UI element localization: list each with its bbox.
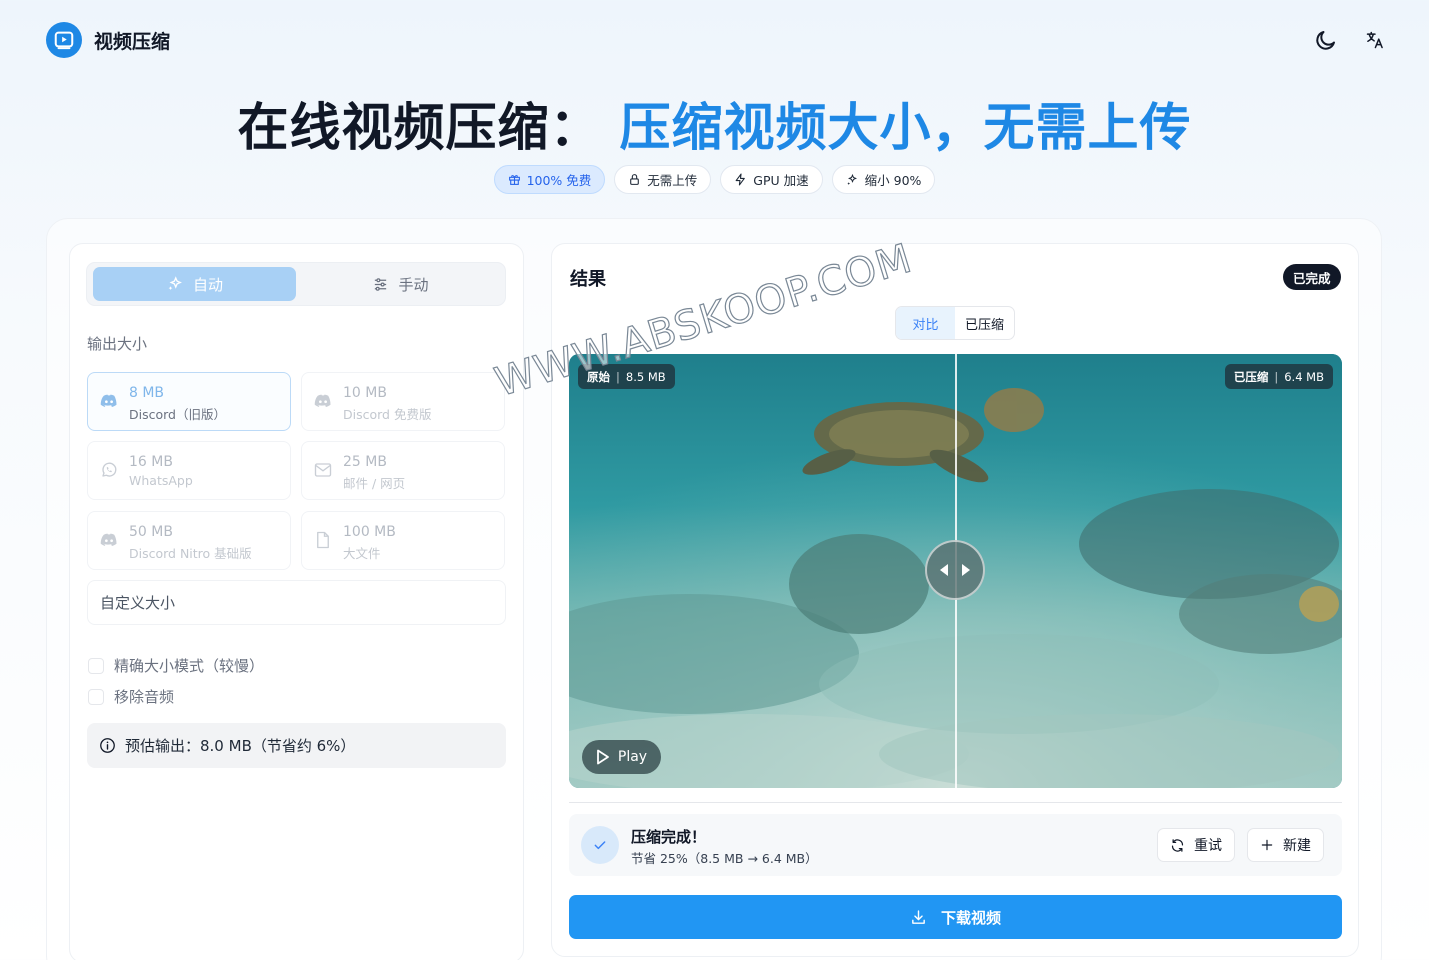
custom-size-input[interactable]: 自定义大小 <box>87 580 506 625</box>
checkbox-label: 精确大小模式（较慢） <box>114 657 265 675</box>
toggle-compressed[interactable]: 已压缩 <box>955 307 1014 339</box>
option-size: 25 MB <box>343 454 387 470</box>
option-desc: 大文件 <box>343 546 381 561</box>
size-option-8mb[interactable]: 8 MB Discord（旧版） <box>87 372 291 431</box>
checkbox-label: 移除音频 <box>114 688 175 706</box>
tab-manual[interactable]: 手动 <box>299 267 502 301</box>
video-player-icon <box>54 31 74 50</box>
whatsapp-icon <box>102 462 117 477</box>
compressed-label-text: 已压缩 <box>1233 369 1269 384</box>
discord-icon <box>100 533 117 546</box>
size-option-50mb[interactable]: 50 MB Discord Nitro 基础版 <box>87 511 291 570</box>
size-option-100mb[interactable]: 100 MB 大文件 <box>301 511 505 570</box>
original-size: 8.5 MB <box>625 369 666 384</box>
retry-button[interactable]: 重试 <box>1157 828 1235 862</box>
output-size-label: 输出大小 <box>87 335 148 353</box>
download-button[interactable]: 下载视频 <box>569 895 1342 939</box>
sparkle-icon <box>168 276 182 290</box>
option-desc: 邮件 / 网页 <box>343 476 406 491</box>
check-icon <box>594 841 606 850</box>
toggle-compare[interactable]: 对比 <box>896 307 955 339</box>
language-button[interactable] <box>1362 27 1388 53</box>
tab-label: 手动 <box>398 275 429 294</box>
option-desc: Discord 免费版 <box>343 407 432 422</box>
option-desc: Discord（旧版） <box>129 407 226 422</box>
translate-icon <box>1366 31 1383 49</box>
mode-tabs: 自动 手动 <box>86 262 506 306</box>
play-label: Play <box>617 749 648 765</box>
pill-free: 100% 免费 <box>493 165 606 194</box>
compressed-size: 6.4 MB <box>1284 369 1324 384</box>
checkbox-box[interactable] <box>88 657 104 674</box>
hero-title: 在线视频压缩： 压缩视频大小，无需上传 <box>0 86 1429 160</box>
section-divider <box>569 802 1342 803</box>
precise-mode-checkbox[interactable]: 精确大小模式（较慢） <box>88 655 264 676</box>
option-desc: WhatsApp <box>129 473 193 488</box>
new-button[interactable]: 新建 <box>1247 828 1324 862</box>
feature-pills: 100% 免费 无需上传 GPU 加速 缩小 90% <box>0 165 1429 194</box>
pill-label: 无需上传 <box>647 173 698 188</box>
tab-label: 自动 <box>192 275 223 294</box>
hero-title-main: 在线视频压缩： <box>237 99 602 158</box>
option-size: 10 MB <box>343 385 387 401</box>
option-size: 100 MB <box>343 524 396 540</box>
result-title: 结果 <box>570 269 606 290</box>
refresh-icon <box>1171 838 1184 852</box>
app-title[interactable]: 视频压缩 <box>94 27 170 54</box>
size-option-25mb[interactable]: 25 MB 邮件 / 网页 <box>301 441 505 500</box>
pill-gpu: GPU 加速 <box>720 165 823 194</box>
info-icon <box>100 738 115 753</box>
option-size: 50 MB <box>129 524 173 540</box>
retry-label: 重试 <box>1194 838 1222 854</box>
pill-shrink: 缩小 90% <box>831 165 936 194</box>
download-label: 下载视频 <box>940 908 1001 927</box>
sparkle-icon <box>847 173 857 185</box>
compressed-label: 已压缩 | 6.4 MB <box>1224 364 1333 389</box>
completion-detail: 节省 25%（8.5 MB → 6.4 MB） <box>631 851 818 866</box>
size-option-10mb[interactable]: 10 MB Discord 免费版 <box>301 372 505 431</box>
lock-icon <box>630 174 640 185</box>
pill-label: 100% 免费 <box>526 173 592 188</box>
compare-video[interactable]: 原始 | 8.5 MB 已压缩 | 6.4 MB Play <box>569 354 1342 788</box>
arrows-left-right-icon <box>940 564 970 576</box>
discord-icon <box>314 394 331 407</box>
view-toggle: 对比 已压缩 <box>895 306 1015 340</box>
play-button[interactable]: Play <box>582 740 661 774</box>
pill-label: GPU 加速 <box>753 173 809 188</box>
mail-icon <box>314 463 332 477</box>
tab-auto[interactable]: 自动 <box>93 267 296 301</box>
hero-title-highlight: 压缩视频大小，无需上传 <box>619 99 1192 158</box>
play-icon <box>596 749 609 765</box>
sliders-icon <box>375 277 387 291</box>
size-option-16mb[interactable]: 16 MB WhatsApp <box>87 441 291 500</box>
check-circle-icon <box>581 826 619 864</box>
file-icon <box>317 531 329 549</box>
option-size: 16 MB <box>129 454 173 470</box>
theme-toggle-button[interactable] <box>1313 27 1339 53</box>
option-desc: Discord Nitro 基础版 <box>129 546 252 561</box>
plus-icon <box>1261 839 1273 851</box>
new-label: 新建 <box>1283 838 1311 854</box>
lightning-icon <box>735 173 746 186</box>
pill-label: 缩小 90% <box>864 173 922 188</box>
remove-audio-checkbox[interactable]: 移除音频 <box>88 686 174 707</box>
option-size: 8 MB <box>129 385 165 401</box>
moon-icon <box>1316 31 1335 50</box>
estimate-text: 预估输出：8.0 MB（节省约 6%） <box>125 737 356 755</box>
checkbox-box[interactable] <box>88 688 104 705</box>
completion-panel: 压缩完成！ 节省 25%（8.5 MB → 6.4 MB） 重试 新建 <box>569 814 1342 876</box>
estimate-box: 预估输出：8.0 MB（节省约 6%） <box>87 723 506 768</box>
discord-icon <box>100 394 117 407</box>
gift-icon <box>508 175 520 185</box>
pill-no-upload: 无需上传 <box>614 165 712 194</box>
download-icon <box>912 909 925 924</box>
completion-heading: 压缩完成！ <box>631 828 707 846</box>
logo[interactable] <box>46 22 82 58</box>
status-badge: 已完成 <box>1283 264 1341 290</box>
compare-slider-handle[interactable] <box>925 540 985 600</box>
